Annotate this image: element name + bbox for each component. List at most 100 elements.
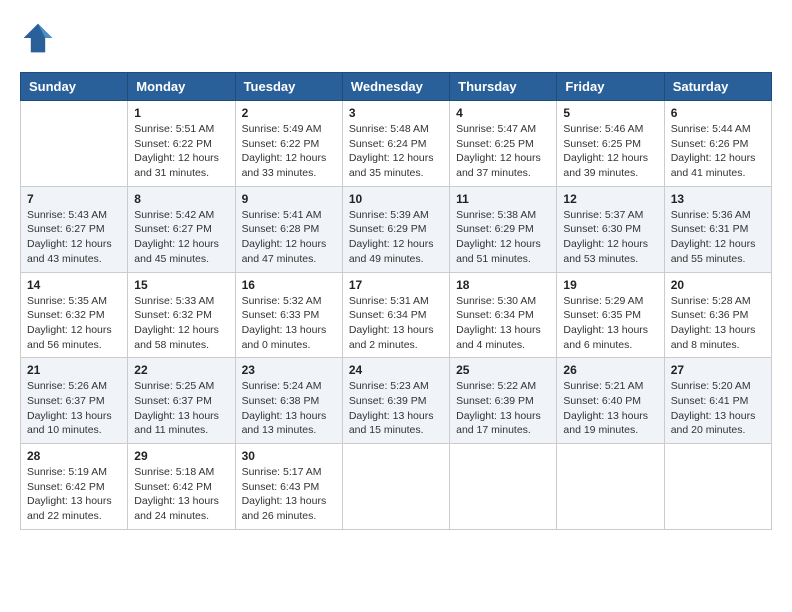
- day-number: 26: [563, 363, 657, 377]
- day-number: 24: [349, 363, 443, 377]
- day-info: Sunrise: 5:49 AM Sunset: 6:22 PM Dayligh…: [242, 122, 336, 181]
- day-number: 17: [349, 278, 443, 292]
- day-info: Sunrise: 5:17 AM Sunset: 6:43 PM Dayligh…: [242, 465, 336, 524]
- day-info: Sunrise: 5:19 AM Sunset: 6:42 PM Dayligh…: [27, 465, 121, 524]
- day-info: Sunrise: 5:46 AM Sunset: 6:25 PM Dayligh…: [563, 122, 657, 181]
- day-info: Sunrise: 5:24 AM Sunset: 6:38 PM Dayligh…: [242, 379, 336, 438]
- calendar-cell: 22Sunrise: 5:25 AM Sunset: 6:37 PM Dayli…: [128, 358, 235, 444]
- day-number: 20: [671, 278, 765, 292]
- day-number: 14: [27, 278, 121, 292]
- day-of-week-header: Monday: [128, 73, 235, 101]
- day-number: 12: [563, 192, 657, 206]
- day-number: 19: [563, 278, 657, 292]
- day-number: 3: [349, 106, 443, 120]
- day-info: Sunrise: 5:30 AM Sunset: 6:34 PM Dayligh…: [456, 294, 550, 353]
- calendar-cell: 10 Sunrise: 5:39 AM Sunset: 6:29 PM Dayli…: [342, 186, 449, 272]
- day-info: Sunrise: 5:43 AM Sunset: 6:27 PM Dayligh…: [27, 208, 121, 267]
- day-of-week-header: Thursday: [450, 73, 557, 101]
- day-of-week-header: Friday: [557, 73, 664, 101]
- day-info: Sunrise: 5:23 AM Sunset: 6:39 PM Dayligh…: [349, 379, 443, 438]
- day-number: 13: [671, 192, 765, 206]
- calendar-cell: 11Sunrise: 5:38 AM Sunset: 6:29 PM Dayli…: [450, 186, 557, 272]
- calendar-cell: 6 Sunrise: 5:44 AM Sunset: 6:26 PM Daylig…: [664, 101, 771, 187]
- calendar-week-row: 1 Sunrise: 5:51 AM Sunset: 6:22 PM Daylig…: [21, 101, 772, 187]
- calendar-cell: 5 Sunrise: 5:46 AM Sunset: 6:25 PM Daylig…: [557, 101, 664, 187]
- day-info: Sunrise: 5:18 AM Sunset: 6:42 PM Dayligh…: [134, 465, 228, 524]
- calendar-cell: 14 Sunrise: 5:35 AM Sunset: 6:32 PM Dayli…: [21, 272, 128, 358]
- calendar-cell: 18 Sunrise: 5:30 AM Sunset: 6:34 PM Dayli…: [450, 272, 557, 358]
- day-number: 6: [671, 106, 765, 120]
- calendar-week-row: 14 Sunrise: 5:35 AM Sunset: 6:32 PM Dayli…: [21, 272, 772, 358]
- day-info: Sunrise: 5:22 AM Sunset: 6:39 PM Dayligh…: [456, 379, 550, 438]
- calendar-cell: 2 Sunrise: 5:49 AM Sunset: 6:22 PM Daylig…: [235, 101, 342, 187]
- calendar-cell: [557, 444, 664, 530]
- day-info: Sunrise: 5:41 AM Sunset: 6:28 PM Dayligh…: [242, 208, 336, 267]
- calendar-cell: 17Sunrise: 5:31 AM Sunset: 6:34 PM Dayli…: [342, 272, 449, 358]
- day-of-week-header: Saturday: [664, 73, 771, 101]
- day-info: Sunrise: 5:35 AM Sunset: 6:32 PM Dayligh…: [27, 294, 121, 353]
- calendar-table: SundayMondayTuesdayWednesdayThursdayFrid…: [20, 72, 772, 530]
- calendar-cell: 28 Sunrise: 5:19 AM Sunset: 6:42 PM Dayli…: [21, 444, 128, 530]
- day-number: 8: [134, 192, 228, 206]
- calendar-cell: [21, 101, 128, 187]
- calendar-cell: 16 Sunrise: 5:32 AM Sunset: 6:33 PM Dayli…: [235, 272, 342, 358]
- calendar-week-row: 7 Sunrise: 5:43 AM Sunset: 6:27 PM Daylig…: [21, 186, 772, 272]
- day-number: 23: [242, 363, 336, 377]
- day-info: Sunrise: 5:20 AM Sunset: 6:41 PM Dayligh…: [671, 379, 765, 438]
- calendar-cell: 25 Sunrise: 5:22 AM Sunset: 6:39 PM Dayli…: [450, 358, 557, 444]
- day-of-week-header: Tuesday: [235, 73, 342, 101]
- day-info: Sunrise: 5:48 AM Sunset: 6:24 PM Dayligh…: [349, 122, 443, 181]
- calendar-cell: 1 Sunrise: 5:51 AM Sunset: 6:22 PM Daylig…: [128, 101, 235, 187]
- calendar-cell: 8 Sunrise: 5:42 AM Sunset: 6:27 PM Daylig…: [128, 186, 235, 272]
- calendar-cell: 27 Sunrise: 5:20 AM Sunset: 6:41 PM Dayli…: [664, 358, 771, 444]
- day-number: 2: [242, 106, 336, 120]
- calendar-cell: 24 Sunrise: 5:23 AM Sunset: 6:39 PM Dayli…: [342, 358, 449, 444]
- calendar-cell: 13 Sunrise: 5:36 AM Sunset: 6:31 PM Dayli…: [664, 186, 771, 272]
- calendar-header-row: SundayMondayTuesdayWednesdayThursdayFrid…: [21, 73, 772, 101]
- day-number: 15: [134, 278, 228, 292]
- day-number: 25: [456, 363, 550, 377]
- calendar-week-row: 28 Sunrise: 5:19 AM Sunset: 6:42 PM Dayli…: [21, 444, 772, 530]
- day-number: 22: [134, 363, 228, 377]
- day-info: Sunrise: 5:44 AM Sunset: 6:26 PM Dayligh…: [671, 122, 765, 181]
- day-number: 21: [27, 363, 121, 377]
- day-info: Sunrise: 5:26 AM Sunset: 6:37 PM Dayligh…: [27, 379, 121, 438]
- calendar-cell: [664, 444, 771, 530]
- day-info: Sunrise: 5:47 AM Sunset: 6:25 PM Dayligh…: [456, 122, 550, 181]
- day-number: 18: [456, 278, 550, 292]
- calendar-cell: 26Sunrise: 5:21 AM Sunset: 6:40 PM Dayli…: [557, 358, 664, 444]
- day-info: Sunrise: 5:28 AM Sunset: 6:36 PM Dayligh…: [671, 294, 765, 353]
- day-number: 1: [134, 106, 228, 120]
- day-number: 11: [456, 192, 550, 206]
- day-info: Sunrise: 5:51 AM Sunset: 6:22 PM Dayligh…: [134, 122, 228, 181]
- day-number: 30: [242, 449, 336, 463]
- calendar-cell: 9 Sunrise: 5:41 AM Sunset: 6:28 PM Daylig…: [235, 186, 342, 272]
- day-of-week-header: Wednesday: [342, 73, 449, 101]
- logo: [20, 20, 62, 56]
- day-number: 9: [242, 192, 336, 206]
- day-info: Sunrise: 5:29 AM Sunset: 6:35 PM Dayligh…: [563, 294, 657, 353]
- calendar-week-row: 21 Sunrise: 5:26 AM Sunset: 6:37 PM Dayli…: [21, 358, 772, 444]
- day-info: Sunrise: 5:42 AM Sunset: 6:27 PM Dayligh…: [134, 208, 228, 267]
- day-info: Sunrise: 5:39 AM Sunset: 6:29 PM Dayligh…: [349, 208, 443, 267]
- page-header: [20, 20, 772, 56]
- logo-icon: [20, 20, 56, 56]
- calendar-cell: 12Sunrise: 5:37 AM Sunset: 6:30 PM Dayli…: [557, 186, 664, 272]
- day-number: 16: [242, 278, 336, 292]
- calendar-cell: 7 Sunrise: 5:43 AM Sunset: 6:27 PM Daylig…: [21, 186, 128, 272]
- day-number: 28: [27, 449, 121, 463]
- day-number: 4: [456, 106, 550, 120]
- day-number: 27: [671, 363, 765, 377]
- day-info: Sunrise: 5:36 AM Sunset: 6:31 PM Dayligh…: [671, 208, 765, 267]
- day-number: 5: [563, 106, 657, 120]
- day-info: Sunrise: 5:32 AM Sunset: 6:33 PM Dayligh…: [242, 294, 336, 353]
- calendar-cell: 21 Sunrise: 5:26 AM Sunset: 6:37 PM Dayli…: [21, 358, 128, 444]
- calendar-cell: 20 Sunrise: 5:28 AM Sunset: 6:36 PM Dayli…: [664, 272, 771, 358]
- calendar-cell: 3 Sunrise: 5:48 AM Sunset: 6:24 PM Daylig…: [342, 101, 449, 187]
- calendar-cell: 19 Sunrise: 5:29 AM Sunset: 6:35 PM Dayli…: [557, 272, 664, 358]
- calendar-cell: 30 Sunrise: 5:17 AM Sunset: 6:43 PM Dayli…: [235, 444, 342, 530]
- day-number: 7: [27, 192, 121, 206]
- day-number: 10: [349, 192, 443, 206]
- calendar-cell: [450, 444, 557, 530]
- calendar-cell: [342, 444, 449, 530]
